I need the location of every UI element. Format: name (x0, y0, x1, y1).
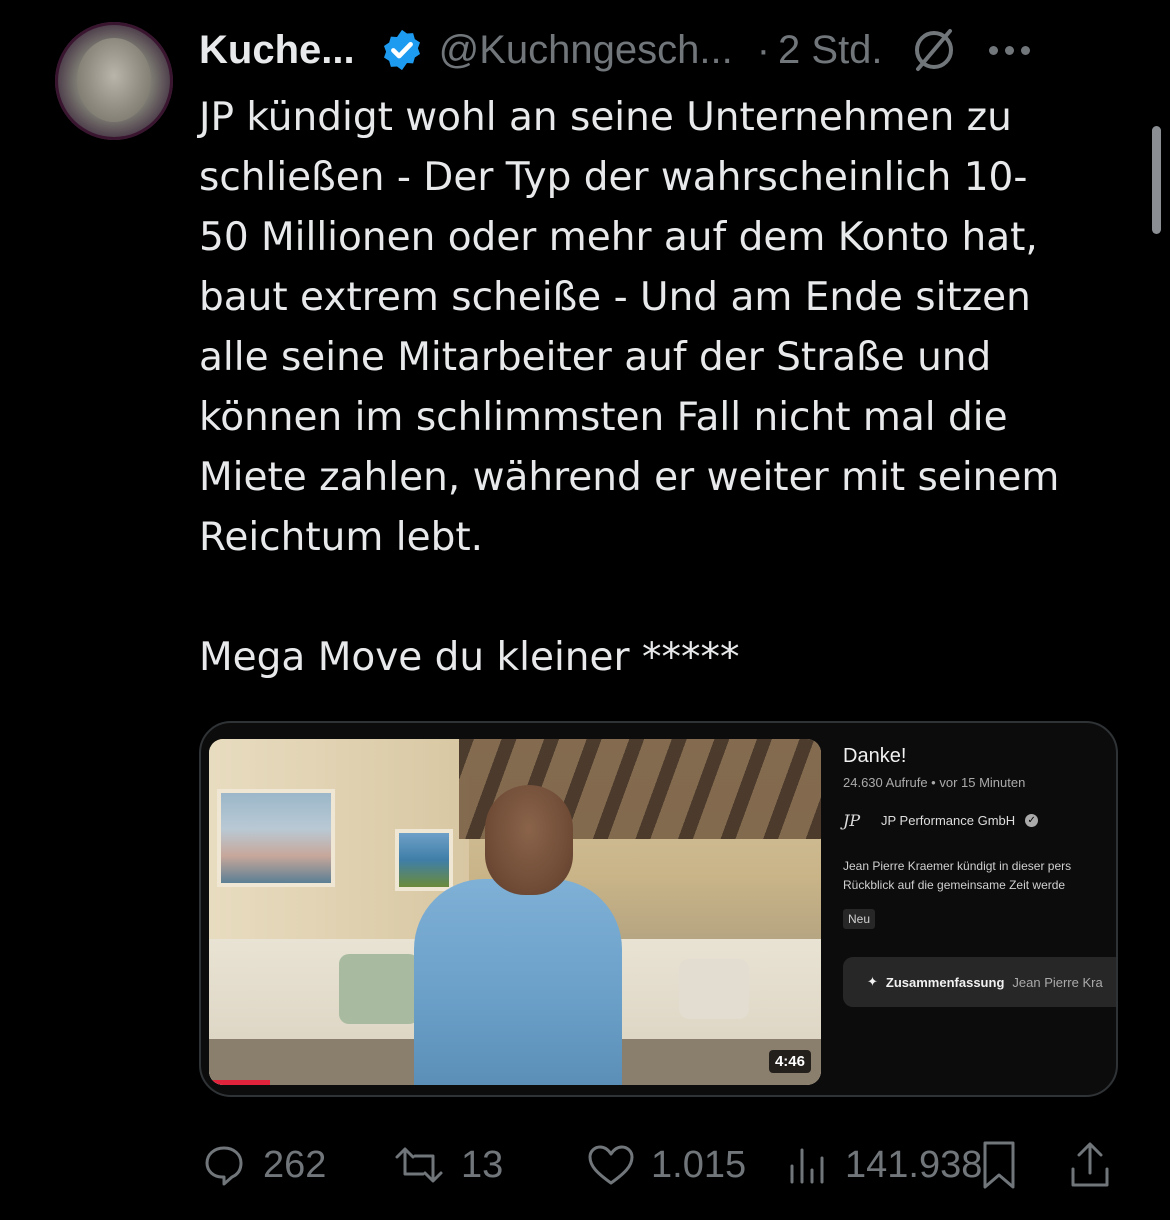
scrollbar[interactable] (1152, 126, 1161, 234)
views-count: 141.938 (845, 1143, 983, 1186)
repost-icon (395, 1147, 443, 1183)
video-title[interactable]: Danke! (843, 745, 906, 768)
views-button[interactable]: 141.938 (785, 1134, 982, 1196)
like-icon (588, 1145, 634, 1185)
views-icon (790, 1148, 824, 1184)
author-name[interactable]: Kuche... (199, 28, 355, 73)
repost-button[interactable]: 13 (391, 1134, 503, 1196)
share-button[interactable] (1067, 1134, 1113, 1196)
channel-info[interactable]: JP JP Performance GmbH ✓ (843, 811, 1039, 830)
channel-verified-icon: ✓ (1025, 814, 1039, 827)
description-line-1: Jean Pierre Kraemer kündigt in dieser pe… (843, 859, 1072, 873)
bookmark-button[interactable] (979, 1134, 1019, 1196)
video-thumbnail[interactable]: 4:46 (209, 739, 821, 1085)
summary-button[interactable]: ✦ Zusammenfassung Jean Pierre Kra (843, 957, 1116, 1007)
avatar-face (77, 38, 151, 122)
author-handle[interactable]: @Kuchngesch... (439, 28, 733, 73)
painting-right (395, 829, 453, 891)
video-progress-bar (209, 1080, 271, 1085)
painting-left (217, 789, 335, 887)
no-entry-icon[interactable] (909, 25, 959, 75)
repost-count: 13 (461, 1143, 504, 1186)
person-head (485, 785, 573, 895)
reply-icon (205, 1146, 243, 1186)
tweet-header: Kuche... @Kuchngesch... · 2 Std. (199, 22, 1119, 78)
like-count: 1.015 (651, 1143, 747, 1186)
verified-badge-icon (383, 29, 420, 71)
bookmark-icon (983, 1141, 1015, 1189)
tweet-actions: 262 13 1.015 141.938 (199, 1134, 1129, 1196)
reply-count: 262 (263, 1143, 327, 1186)
new-badge: Neu (843, 909, 876, 929)
person-body (414, 879, 622, 1085)
summary-extra: Jean Pierre Kra (1012, 974, 1103, 990)
description-line-2: Rückblick auf die gemeinsame Zeit werde (843, 878, 1066, 892)
share-icon (1071, 1142, 1109, 1187)
tweet-text: JP kündigt wohl an seine Unternehmen zu … (199, 95, 1060, 680)
author-avatar[interactable] (55, 22, 173, 140)
timestamp[interactable]: 2 Std. (778, 28, 883, 73)
more-icon[interactable] (988, 45, 1030, 55)
channel-name[interactable]: JP Performance GmbH (881, 813, 1015, 828)
video-embed-card[interactable]: 4:46 Danke! 24.630 Aufrufe • vor 15 Minu… (199, 721, 1118, 1097)
channel-logo-icon: JP (843, 811, 861, 830)
reply-button[interactable]: 262 (199, 1134, 326, 1196)
separator-dot: · (756, 27, 771, 72)
like-button[interactable]: 1.015 (585, 1134, 746, 1196)
video-description[interactable]: Jean Pierre Kraemer kündigt in dieser pe… (843, 857, 1116, 895)
sparkle-icon: ✦ (867, 974, 878, 990)
video-duration: 4:46 (768, 1050, 811, 1073)
video-meta: 24.630 Aufrufe • vor 15 Minuten (843, 775, 1026, 790)
summary-label: Zusammenfassung (885, 974, 1005, 990)
